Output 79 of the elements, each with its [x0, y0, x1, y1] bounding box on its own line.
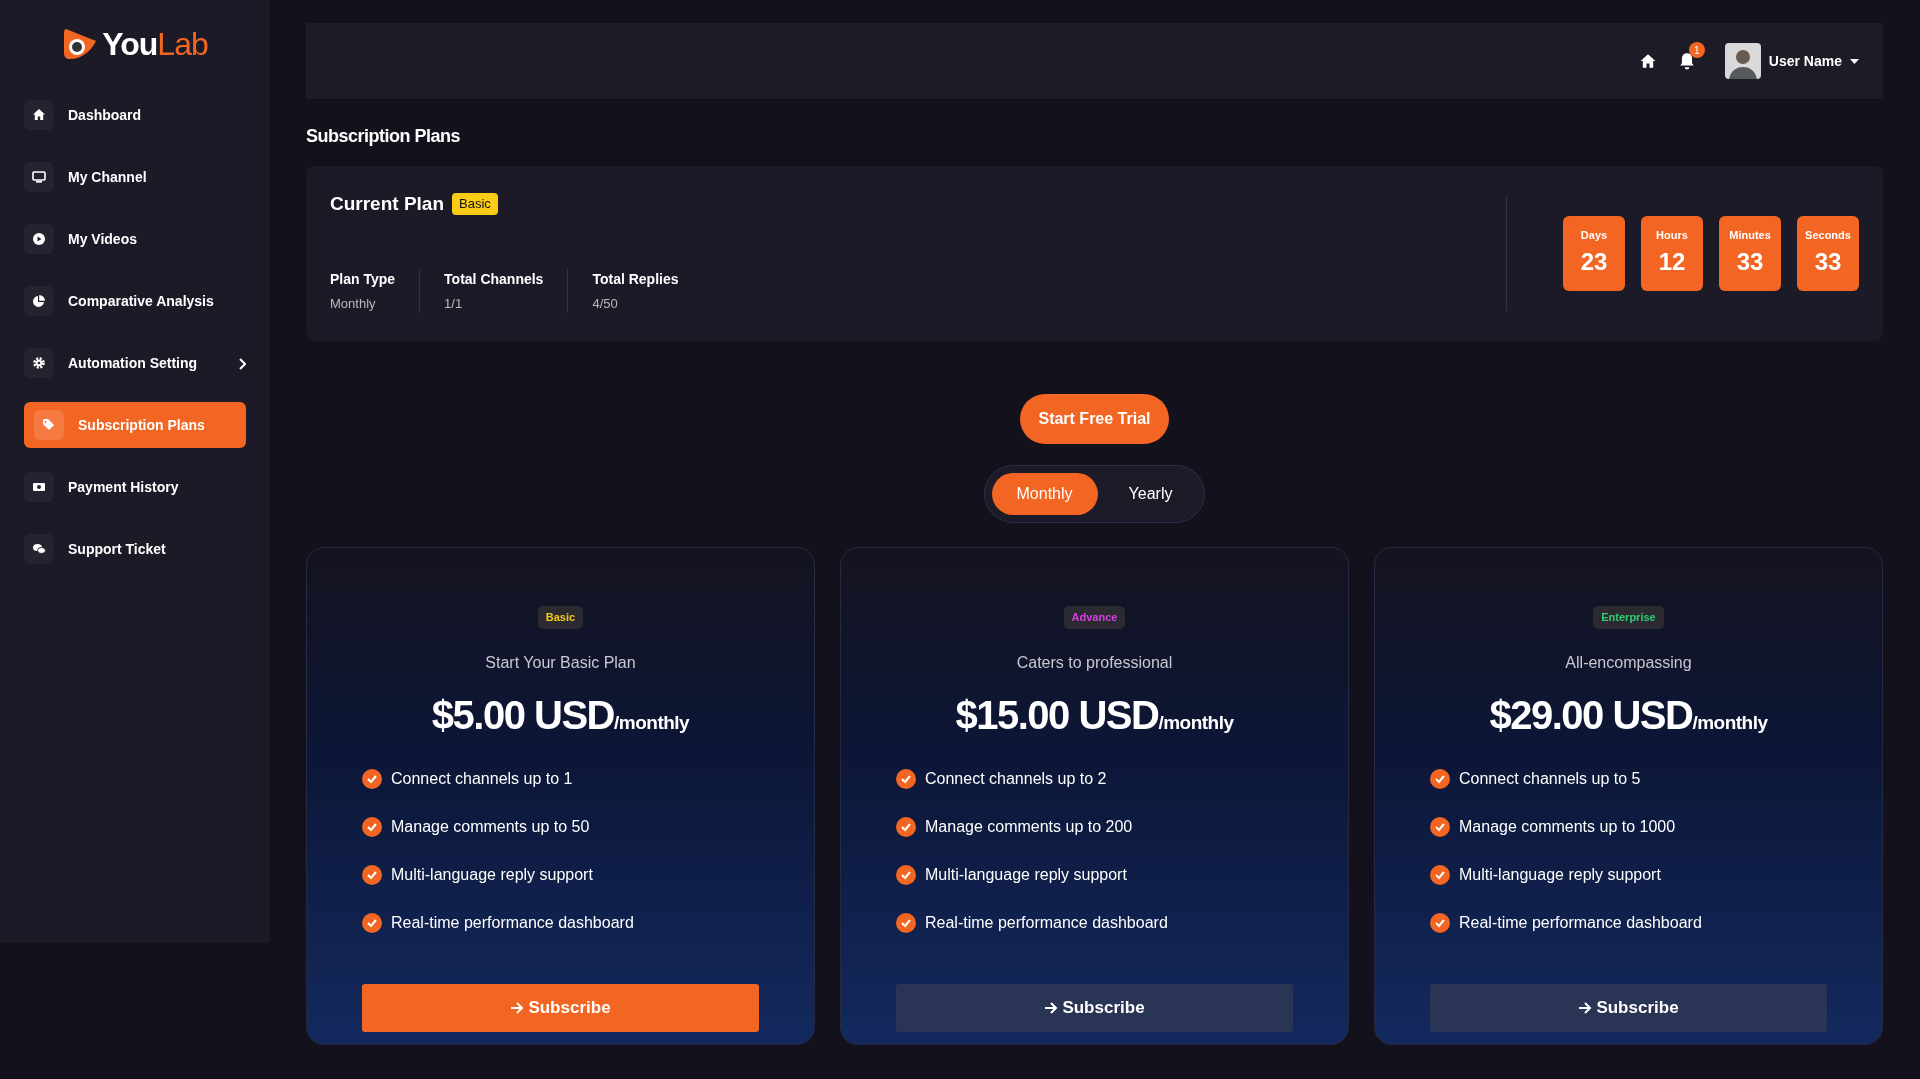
logo-icon — [62, 27, 99, 61]
feature-text: Multi-language reply support — [925, 864, 1127, 885]
sidebar-item[interactable]: Dashboard — [24, 92, 246, 138]
stat-value: 1/1 — [444, 294, 464, 313]
sidebar-item[interactable]: Comparative Analysis — [24, 278, 246, 324]
feature-text: Manage comments up to 200 — [925, 816, 1133, 837]
user-name[interactable]: User Name — [1768, 50, 1842, 72]
stat-label: Total Channels — [444, 269, 544, 289]
countdown-label: Days — [1580, 228, 1608, 244]
feature-text: Real-time performance dashboard — [1459, 912, 1702, 933]
feature-text: Manage comments up to 1000 — [1459, 816, 1676, 837]
arrow-icon — [1578, 1002, 1593, 1015]
countdown-value: 12 — [1658, 246, 1686, 277]
sidebar-item[interactable]: Automation Setting — [24, 340, 246, 386]
plan-tag: Basic — [537, 606, 584, 629]
plan-subtitle: All-encompassing — [1565, 652, 1692, 673]
feature-text: Connect channels up to 2 — [925, 768, 1107, 789]
plan-price: $15.00 USD/monthly — [955, 691, 1234, 739]
check-icon — [362, 864, 382, 885]
check-icon — [1430, 912, 1450, 933]
check-icon — [896, 816, 916, 837]
stat-label: Total Replies — [592, 269, 679, 289]
check-icon — [1430, 864, 1450, 885]
countdown-label: Minutes — [1729, 228, 1771, 244]
countdown-value: 23 — [1580, 246, 1608, 277]
stat-label: Plan Type — [330, 269, 396, 289]
chat-icon — [32, 542, 46, 556]
check-icon — [362, 912, 382, 933]
home-icon — [32, 108, 46, 122]
arrow-icon — [510, 1002, 525, 1015]
check-icon — [896, 864, 916, 885]
plan-price: $5.00 USD/monthly — [431, 691, 690, 739]
monitor-icon — [32, 170, 46, 184]
check-icon — [1430, 816, 1450, 837]
caret-icon[interactable] — [1850, 58, 1859, 65]
plan-badge: Basic — [452, 193, 498, 216]
feature-text: Multi-language reply support — [391, 864, 593, 885]
feature-text: Connect channels up to 1 — [391, 768, 573, 789]
plan-subtitle: Caters to professional — [1016, 652, 1173, 673]
countdown-value: 33 — [1814, 246, 1842, 277]
money-icon — [32, 480, 46, 494]
plan-title: Current Plan — [330, 192, 445, 216]
toggle-option[interactable]: Yearly — [1103, 473, 1198, 515]
subscribe-button[interactable]: Subscribe — [896, 983, 1293, 1032]
check-icon — [362, 816, 382, 837]
plan-price: $29.00 USD/monthly — [1489, 691, 1768, 739]
plan-subtitle: Start Your Basic Plan — [485, 652, 636, 673]
pie-icon — [32, 294, 46, 308]
arrow-icon — [1044, 1002, 1059, 1015]
check-icon — [896, 768, 916, 789]
feature-text: Real-time performance dashboard — [391, 912, 634, 933]
play-icon — [32, 232, 46, 246]
page-title: Subscription Plans — [306, 125, 462, 148]
feature-text: Real-time performance dashboard — [925, 912, 1168, 933]
check-icon — [1430, 768, 1450, 789]
plan-tag: Advance — [1063, 606, 1126, 629]
sidebar-item[interactable]: My Videos — [24, 216, 246, 262]
sidebar-item[interactable]: Payment History — [24, 464, 246, 510]
stat-value: Monthly — [330, 294, 377, 313]
plan-tag: Enterprise — [1593, 606, 1664, 629]
sidebar-item[interactable]: Support Ticket — [24, 526, 246, 572]
feature-text: Multi-language reply support — [1459, 864, 1661, 885]
notification-badge: 1 — [1688, 42, 1705, 58]
countdown-label: Hours — [1656, 228, 1688, 244]
gear-icon — [32, 356, 46, 370]
stat-value: 4/50 — [592, 294, 619, 313]
home-icon[interactable] — [1638, 53, 1657, 69]
subscribe-button[interactable]: Subscribe — [1430, 983, 1827, 1032]
tag-icon — [42, 418, 56, 432]
countdown-label: Seconds — [1805, 228, 1851, 244]
countdown-value: 33 — [1736, 246, 1764, 277]
bell-icon[interactable] — [1678, 52, 1695, 70]
avatar-icon[interactable] — [1724, 43, 1761, 79]
logo-text: YouLab — [102, 25, 208, 64]
feature-text: Connect channels up to 5 — [1459, 768, 1641, 789]
sidebar-item[interactable]: My Channel — [24, 154, 246, 200]
check-icon — [896, 912, 916, 933]
feature-text: Manage comments up to 50 — [391, 816, 590, 837]
check-icon — [362, 768, 382, 789]
